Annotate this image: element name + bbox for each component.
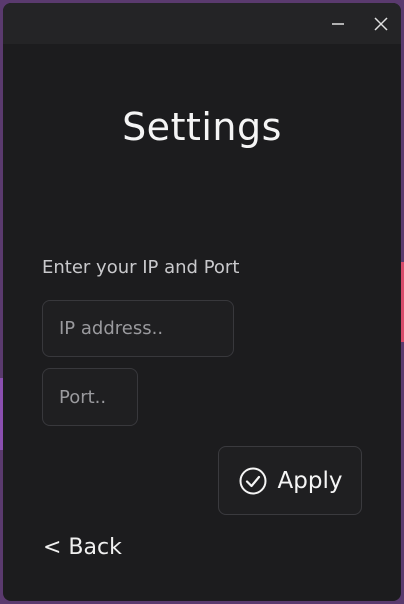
back-link[interactable]: < Back bbox=[43, 535, 122, 560]
apply-button[interactable]: Apply bbox=[218, 446, 362, 515]
port-input[interactable] bbox=[42, 368, 138, 426]
minimize-button[interactable] bbox=[325, 11, 351, 37]
ip-port-prompt: Enter your IP and Port bbox=[42, 257, 240, 278]
apply-label: Apply bbox=[277, 467, 343, 494]
title-bar bbox=[3, 3, 401, 44]
page-title: Settings bbox=[122, 105, 282, 149]
close-button[interactable] bbox=[368, 11, 394, 37]
settings-window: Settings Enter your IP and Port Apply < … bbox=[3, 3, 401, 601]
minimize-icon bbox=[332, 23, 344, 25]
check-circle-icon bbox=[239, 467, 267, 494]
close-icon bbox=[374, 17, 388, 31]
ip-address-input[interactable] bbox=[42, 300, 234, 357]
